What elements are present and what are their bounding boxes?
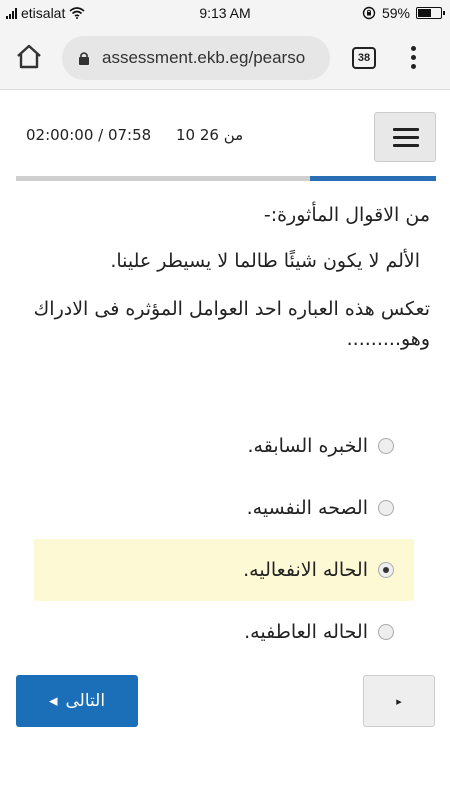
answer-option-3[interactable]: الحاله الانفعاليه. (34, 539, 414, 601)
lock-icon (79, 52, 89, 65)
rotation-lock-icon (362, 6, 376, 20)
more-options-icon[interactable] (407, 46, 419, 72)
question-intro: من الاقوال المأثورة:- (263, 204, 430, 226)
next-button[interactable]: التالى ◂ (16, 675, 138, 727)
radio-button[interactable] (378, 500, 394, 516)
question-quote: الألم لا يكون شيئًا طالما لا يسيطر علينا… (110, 250, 420, 272)
battery-group: 59% (362, 5, 445, 21)
option-label: الحاله العاطفيه. (244, 621, 368, 643)
radio-button[interactable] (378, 562, 394, 578)
address-bar[interactable]: assessment.ekb.eg/pearso (62, 36, 330, 80)
question-counter: 10 من 26 (176, 126, 244, 144)
left-arrow-icon: ◂ (48, 691, 58, 711)
answer-option-4[interactable]: الحاله العاطفيه. (34, 601, 414, 663)
option-label: الخبره السابقه. (247, 435, 368, 457)
radio-button[interactable] (378, 438, 394, 454)
quiz-header: 02:00:00 / 07:58 10 من 26 (0, 90, 450, 182)
menu-icon[interactable] (374, 112, 436, 162)
question-text: تعكس هذه العباره احد العوامل المؤثره فى … (33, 298, 430, 350)
answer-option-2[interactable]: الصحه النفسيه. (34, 477, 414, 539)
previous-button[interactable]: ▸ (363, 675, 435, 727)
answer-options: الخبره السابقه. الصحه النفسيه. الحاله ال… (34, 415, 414, 663)
timer: 02:00:00 / 07:58 (26, 126, 152, 144)
url-text: assessment.ekb.eg/pearso (102, 48, 306, 67)
battery-icon (416, 7, 445, 19)
question-panel: من الاقوال المأثورة:- الألم لا يكون شيئً… (20, 190, 430, 354)
progress-fill (310, 176, 436, 181)
battery-fill (418, 9, 431, 17)
progress-bar (16, 176, 436, 181)
next-label: التالى (65, 691, 106, 711)
status-bar: etisalat 9:13 AM 59% (0, 0, 450, 26)
radio-button[interactable] (378, 624, 394, 640)
answer-option-1[interactable]: الخبره السابقه. (34, 415, 414, 477)
battery-percent: 59% (381, 5, 410, 21)
browser-toolbar: assessment.ekb.eg/pearso 38 (0, 26, 450, 90)
tab-count-button[interactable]: 38 (352, 47, 376, 69)
option-label: الحاله الانفعاليه. (243, 559, 368, 581)
home-icon[interactable] (14, 42, 44, 72)
right-arrow-icon: ▸ (396, 694, 402, 708)
option-label: الصحه النفسيه. (246, 497, 368, 519)
